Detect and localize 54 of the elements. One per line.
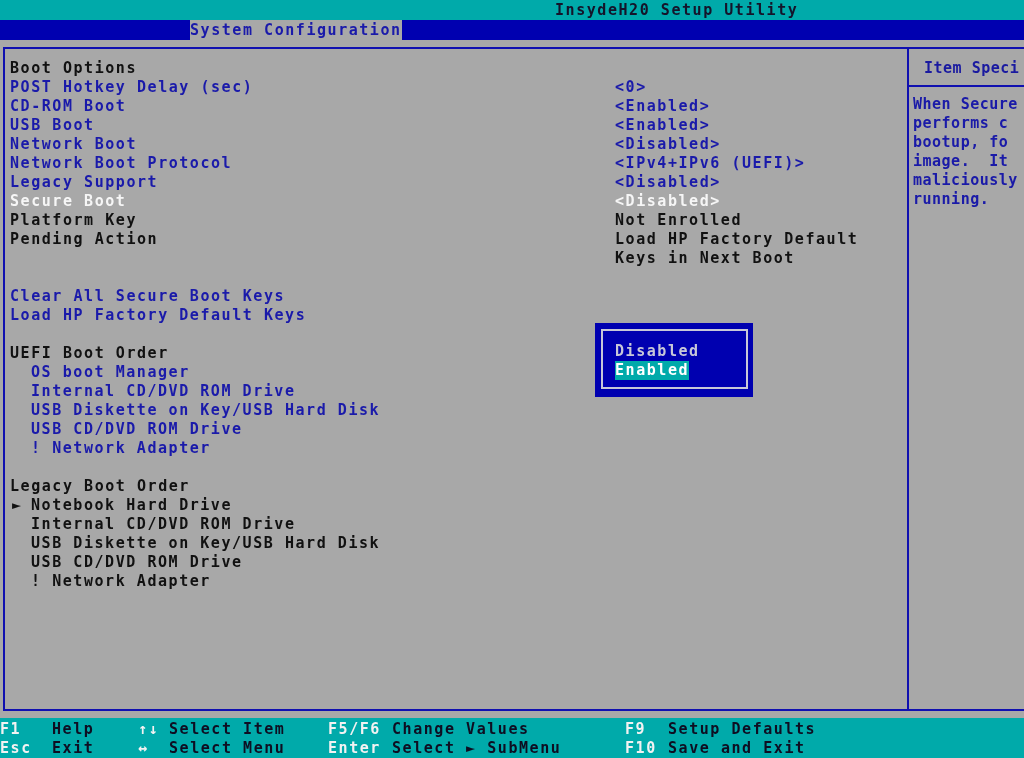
field-value: Not Enrolled [615, 211, 742, 230]
help-text: bootup, fo [913, 133, 1009, 152]
setting-value[interactable]: <Enabled> [615, 116, 711, 135]
key-action: Save and Exit [668, 739, 806, 758]
help-title: Item Speci [924, 59, 1020, 77]
key-action: Select ► SubMenu [392, 739, 562, 758]
key-action: Change Values [392, 720, 530, 739]
key-action: Select Item [169, 720, 286, 739]
menu-item[interactable]: Network Boot Protocol [10, 154, 233, 173]
setting-value[interactable]: <IPv4+IPv6 (UEFI)> [615, 154, 806, 173]
help-text: image. It [913, 152, 1009, 171]
key-label: ↑↓ [138, 720, 160, 739]
key-action: Setup Defaults [668, 720, 817, 739]
setting-value[interactable]: <Enabled> [615, 97, 711, 116]
boot-device-item[interactable]: USB Diskette on Key/USB Hard Disk [31, 401, 381, 420]
triangle-icon: ► [12, 496, 23, 515]
section-heading: UEFI Boot Order [10, 344, 169, 363]
section-heading: Legacy Boot Order [10, 477, 190, 496]
menu-item[interactable]: Legacy Support [10, 173, 159, 192]
boot-device-item[interactable]: OS boot Manager [31, 363, 190, 382]
setting-value[interactable]: <Disabled> [615, 173, 721, 192]
menu-item[interactable]: Network Boot [10, 135, 137, 154]
menu-item[interactable]: CD-ROM Boot [10, 97, 127, 116]
menu-item[interactable]: Clear All Secure Boot Keys [10, 287, 286, 306]
field-label: Pending Action [10, 230, 159, 249]
boot-device-item[interactable]: USB CD/DVD ROM Drive [31, 420, 243, 439]
menu-item[interactable]: POST Hotkey Delay (sec) [10, 78, 254, 97]
menu-item[interactable]: USB Boot [10, 116, 95, 135]
popup-option[interactable]: Enabled [615, 361, 690, 380]
setting-value[interactable]: <Disabled> [615, 135, 721, 154]
boot-device-item[interactable]: Internal CD/DVD ROM Drive [31, 382, 296, 401]
key-label: Esc [0, 739, 32, 758]
popup-option[interactable]: Disabled [615, 342, 700, 361]
field-label: Platform Key [10, 211, 137, 230]
section-heading: Boot Options [10, 59, 137, 78]
key-label: F9 [625, 720, 647, 739]
help-text: maliciously [913, 171, 1018, 190]
key-label: Enter [328, 739, 381, 758]
menu-item[interactable]: Load HP Factory Default Keys [10, 306, 307, 325]
app-title: InsydeH20 Setup Utility [555, 0, 799, 20]
key-action: Select Menu [169, 739, 286, 758]
key-action: Exit [52, 739, 95, 758]
key-label: F10 [625, 739, 657, 758]
help-text: performs c [913, 114, 1009, 133]
field-value: Load HP Factory Default Keys in Next Boot [615, 230, 860, 268]
boot-device-item[interactable]: ! Network Adapter [31, 439, 211, 458]
key-action: Help [52, 720, 95, 739]
key-label: F1 [0, 720, 22, 739]
key-label: F5/F6 [328, 720, 381, 739]
key-label: ↔ [138, 739, 149, 758]
help-text: running. [913, 190, 990, 209]
menu-tab[interactable]: System Configuration [190, 20, 402, 40]
help-text: When Secure [913, 95, 1018, 114]
setting-value[interactable]: <0> [615, 78, 647, 97]
